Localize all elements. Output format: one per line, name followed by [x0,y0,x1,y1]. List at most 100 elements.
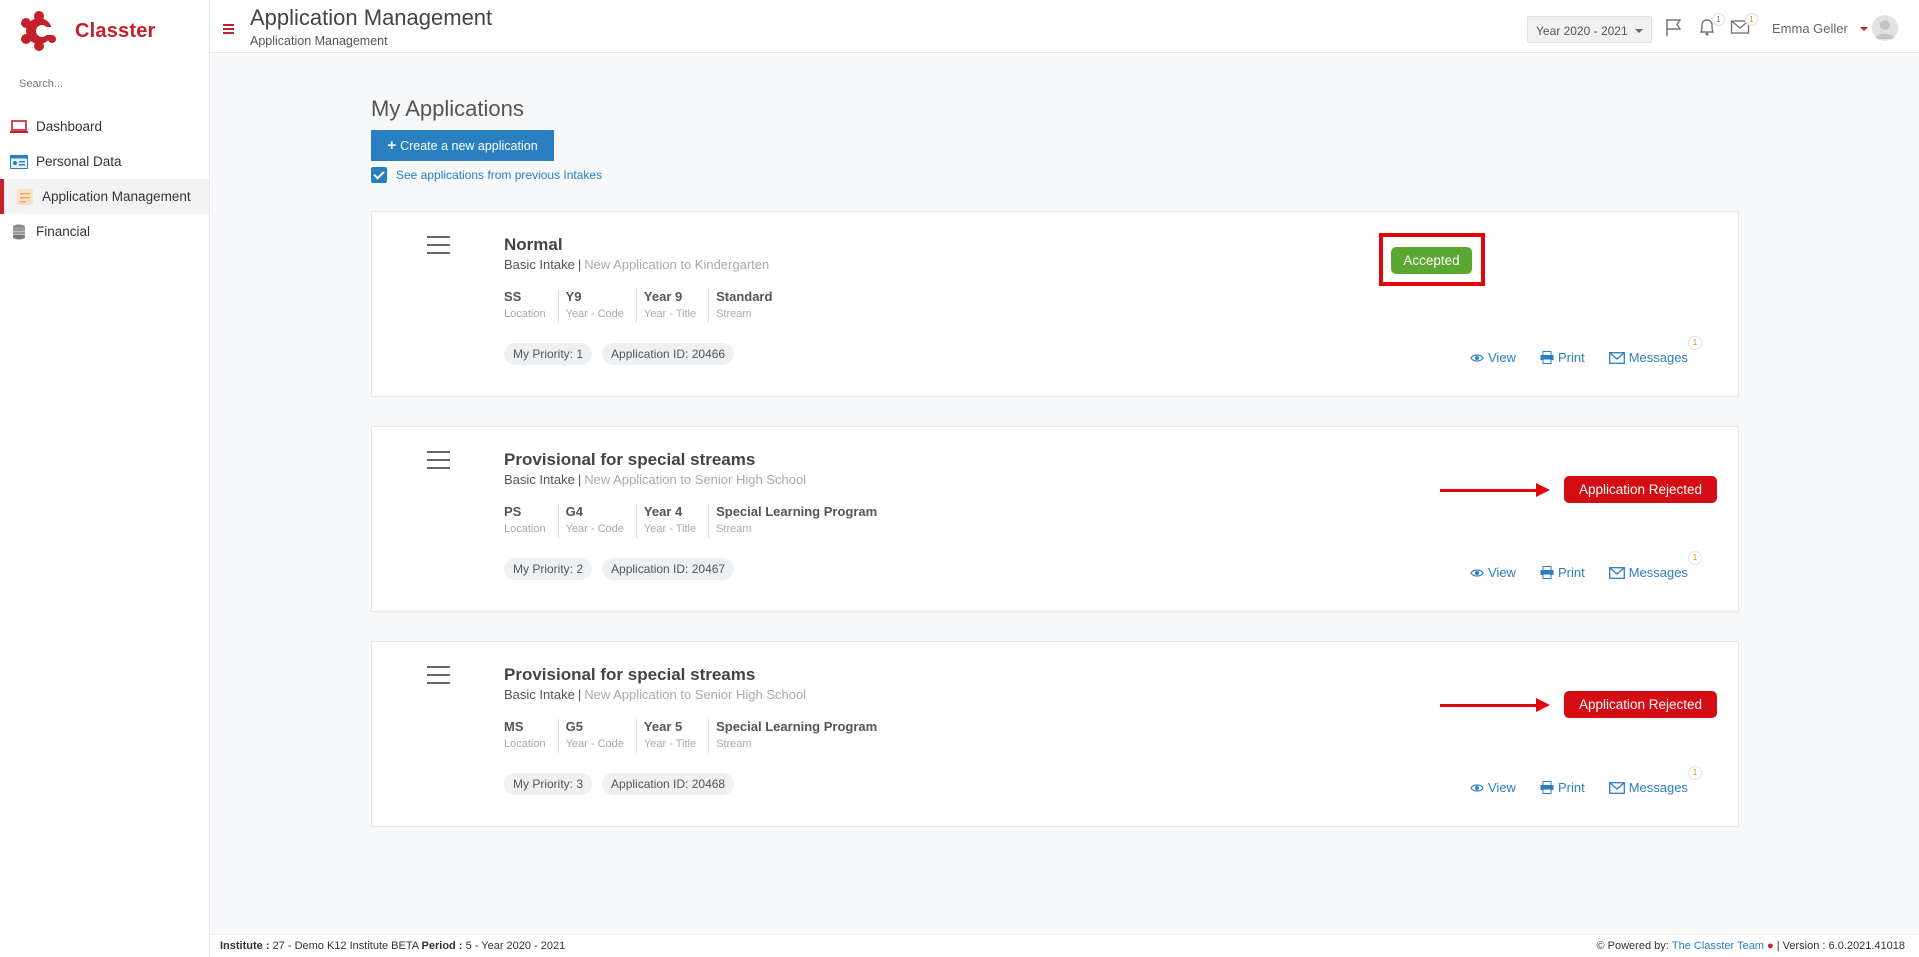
hamburger-menu-icon[interactable] [223,24,234,36]
application-description: New Application to Kindergarten [584,257,770,272]
application-tags: My Priority: 1 Application ID: 20466 [504,343,744,365]
forms-icon [15,188,35,205]
year-select[interactable]: Year 2020 - 2021 [1527,16,1652,43]
sidebar-nav: Dashboard Personal Data Application Mana… [0,109,209,249]
sidebar-item-personal-data[interactable]: Personal Data [0,144,209,179]
avatar[interactable] [1872,15,1898,41]
user-menu-caret-icon[interactable] [1860,27,1868,31]
sidebar-item-financial[interactable]: Financial [0,214,209,249]
view-link[interactable]: View [1470,350,1516,365]
id-card-icon [9,154,29,170]
bell-icon[interactable]: 1 [1697,13,1725,37]
print-link[interactable]: Print [1540,565,1585,580]
printer-icon [1540,351,1554,364]
classter-small-logo-icon: ● [1767,940,1774,952]
footer-institute-info: Institute : 27 - Demo K12 Institute BETA… [220,940,566,952]
priority-badge: My Priority: 2 [504,558,593,580]
envelope-icon[interactable]: 1 [1730,13,1758,37]
envelope-icon [1608,566,1625,579]
intake-name: Basic Intake [504,687,575,702]
application-subtitle: Basic Intake | New Application to Kinderga… [504,257,770,272]
section-title: My Applications [371,96,524,121]
print-link[interactable]: Print [1540,780,1585,795]
version-text: | Version : 6.0.2021.41018 [1776,940,1905,952]
print-link[interactable]: Print [1540,350,1585,365]
chevron-down-icon [1635,29,1643,33]
messages-count-badge: 1 [1687,766,1702,780]
messages-link[interactable]: Messages 1 [1608,766,1702,795]
application-attributes: MS Location G5 Year - Code Year 5 Year - Ti… [504,719,896,753]
previous-intakes-toggle[interactable]: See applications from previous Intakes [371,167,602,183]
footer-powered-by: © Powered by: The Classter Team ● | Vers… [1596,940,1905,952]
application-card: Provisional for special streams Basic In… [371,426,1739,612]
application-id-badge: Application ID: 20467 [602,558,735,580]
status-badge[interactable]: Application Rejected [1564,691,1717,718]
drag-handle-icon[interactable] [427,666,450,690]
notifications-badge: 1 [1712,13,1725,26]
classter-logo[interactable]: Classter [18,10,156,52]
attr-year-code: Y9 Year - Code [566,289,637,323]
application-title: Provisional for special streams [504,665,756,684]
arrow-annotation [1440,698,1550,712]
main-content: My Applications + Create a new applicati… [211,54,1919,934]
top-header: Application Management Application Manag… [210,0,1919,53]
eye-icon [1470,568,1484,577]
laptop-icon [9,119,29,135]
sidebar: Classter Dashboard Personal Data Applica… [0,0,210,957]
application-description: New Application to Senior High School [584,472,807,487]
attr-location: MS Location [504,719,559,753]
classter-logo-icon [18,10,60,52]
envelope-icon [1608,351,1625,364]
attr-year-title: Year 4 Year - Title [644,504,710,538]
priority-badge: My Priority: 3 [504,773,593,795]
printer-icon [1540,781,1554,794]
application-actions: View Print Messages 1 [1470,766,1712,795]
messages-badge: 1 [1745,13,1758,26]
application-title: Provisional for special streams [504,450,756,469]
drag-handle-icon[interactable] [427,451,450,475]
copyright-icon: © [1596,940,1605,952]
user-name[interactable]: Emma Geller [1772,21,1848,36]
year-select-value: Year 2020 - 2021 [1536,24,1628,38]
application-attributes: PS Location G4 Year - Code Year 4 Year - Ti… [504,504,896,538]
create-application-button[interactable]: + Create a new application [371,130,554,161]
attr-year-title: Year 5 Year - Title [644,719,710,753]
application-id-badge: Application ID: 20468 [602,773,735,795]
coins-icon [9,224,29,240]
sidebar-search-input[interactable] [19,78,189,90]
sidebar-item-label: Application Management [42,189,191,204]
messages-count-badge: 1 [1687,551,1702,565]
attr-year-code: G4 Year - Code [566,504,637,538]
drag-handle-icon[interactable] [427,236,450,260]
application-title: Normal [504,235,563,254]
messages-count-badge: 1 [1687,336,1702,350]
view-link[interactable]: View [1470,565,1516,580]
application-attributes: SS Location Y9 Year - Code Year 9 Year - Ti… [504,289,791,323]
messages-link[interactable]: Messages 1 [1608,336,1702,365]
envelope-icon [1608,781,1625,794]
sidebar-item-application-management[interactable]: Application Management [0,179,209,214]
application-tags: My Priority: 2 Application ID: 20467 [504,558,744,580]
application-description: New Application to Senior High School [584,687,807,702]
attr-stream: Standard Stream [716,289,773,320]
sidebar-item-label: Financial [36,224,91,239]
attr-location: SS Location [504,289,559,323]
previous-intakes-label[interactable]: See applications from previous Intakes [396,168,602,182]
application-actions: View Print Messages 1 [1470,336,1712,365]
status-badge[interactable]: Application Rejected [1564,476,1717,503]
intake-name: Basic Intake [504,472,575,487]
flag-icon[interactable] [1664,17,1686,37]
printer-icon [1540,566,1554,579]
previous-intakes-checkbox[interactable] [371,167,387,183]
classter-team-link[interactable]: The Classter Team [1672,940,1764,952]
arrow-annotation [1440,483,1550,497]
page-title: Application Management [250,5,493,30]
attr-year-title: Year 9 Year - Title [644,289,710,323]
sidebar-item-dashboard[interactable]: Dashboard [0,109,209,144]
application-tags: My Priority: 3 Application ID: 20468 [504,773,744,795]
status-badge[interactable]: Accepted [1391,247,1472,274]
attr-stream: Special Learning Program Stream [716,504,878,535]
view-link[interactable]: View [1470,780,1516,795]
messages-link[interactable]: Messages 1 [1608,551,1702,580]
plus-icon: + [387,137,397,154]
